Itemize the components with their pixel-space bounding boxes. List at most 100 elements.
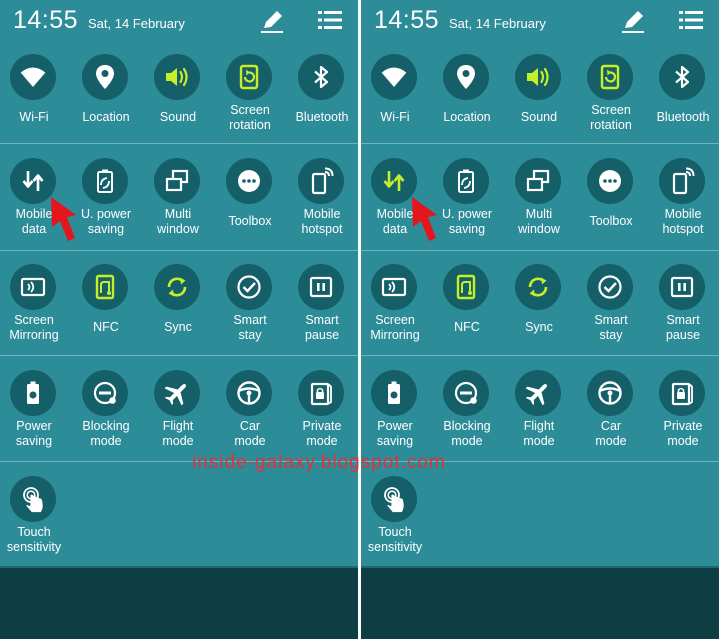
toggle-mobile-hotspot[interactable]: Mobile hotspot (286, 150, 358, 254)
multi-window-icon (515, 158, 561, 204)
toggle-screen-mirroring[interactable]: Screen Mirroring (0, 256, 70, 360)
toggle-sound[interactable]: Sound (142, 46, 214, 150)
airplane-icon (154, 370, 200, 416)
toggle-touch-sensitivity[interactable]: Touch sensitivity (361, 468, 431, 572)
toggle-screen-rotation[interactable]: Screen rotation (214, 46, 286, 150)
toggle-nfc[interactable]: NFC (431, 256, 503, 360)
edit-pencil-icon[interactable] (258, 8, 286, 34)
toggle-power-saving[interactable]: Power saving (0, 362, 70, 466)
hotspot-icon (298, 158, 344, 204)
private-mode-icon (298, 370, 344, 416)
toggle-label: Multi window (518, 207, 560, 236)
speaker-icon (154, 54, 200, 100)
toggle-sound[interactable]: Sound (503, 46, 575, 150)
toggle-toolbox[interactable]: Toolbox (575, 150, 647, 254)
toggle-label: Screen Mirroring (370, 313, 420, 342)
status-header: 14:55 Sat, 14 February (0, 0, 358, 40)
toggle-car-mode[interactable]: Car mode (575, 362, 647, 466)
toggle-label: Private mode (302, 419, 342, 448)
toggle-location[interactable]: Location (431, 46, 503, 150)
toggle-label: NFC (454, 320, 480, 334)
toggle-private-mode[interactable]: Private mode (286, 362, 358, 466)
toggle-location[interactable]: Location (70, 46, 142, 150)
bluetooth-icon (298, 54, 344, 100)
toggle-blocking-mode[interactable]: Blocking mode (70, 362, 142, 466)
toggle-bluetooth[interactable]: Bluetooth (647, 46, 719, 150)
notification-area (361, 568, 719, 639)
toggle-label: Power saving (15, 419, 53, 448)
toggle-wifi[interactable]: Wi-Fi (0, 46, 70, 150)
speaker-icon (515, 54, 561, 100)
nfc-icon (82, 264, 128, 310)
toggle-label: Car mode (595, 419, 627, 448)
toggle-label: Screen rotation (229, 103, 271, 132)
list-view-icon[interactable] (316, 9, 344, 31)
toggle-label: Multi window (157, 207, 199, 236)
toggle-smart-pause[interactable]: Smart pause (647, 256, 719, 360)
toggle-label: Private mode (663, 419, 703, 448)
sync-icon (515, 264, 561, 310)
panel-before: 14:55 Sat, 14 February Wi-Fi Location Sound S… (0, 0, 358, 639)
toggle-label: Sync (525, 320, 553, 334)
toggle-power-saving[interactable]: Power saving (361, 362, 431, 466)
panel-divider (358, 0, 361, 639)
toggle-label: Smart pause (304, 313, 340, 342)
toggle-smart-pause[interactable]: Smart pause (286, 256, 358, 360)
toggle-screen-mirroring[interactable]: Screen Mirroring (361, 256, 431, 360)
nfc-icon (443, 264, 489, 310)
toggle-smart-stay[interactable]: Smart stay (214, 256, 286, 360)
toggle-multi-window[interactable]: Multi window (142, 150, 214, 254)
toggle-label: Screen rotation (590, 103, 632, 132)
toggle-private-mode[interactable]: Private mode (647, 362, 719, 466)
wifi-icon (10, 54, 56, 100)
clock-time: 14:55 (374, 6, 440, 34)
toggle-label: Screen Mirroring (9, 313, 59, 342)
toggle-label: Bluetooth (295, 110, 349, 124)
toggle-label: Sound (520, 110, 558, 124)
clock-time: 14:55 (13, 6, 79, 34)
toggle-label: Smart stay (594, 313, 628, 342)
toggle-nfc[interactable]: NFC (70, 256, 142, 360)
location-pin-icon (82, 54, 128, 100)
toggle-label: Flight mode (162, 419, 194, 448)
toggle-sync[interactable]: Sync (503, 256, 575, 360)
toggle-car-mode[interactable]: Car mode (214, 362, 286, 466)
toggle-flight-mode[interactable]: Flight mode (503, 362, 575, 466)
toggle-label: Touch sensitivity (6, 525, 62, 554)
panel-after: 14:55 Sat, 14 February Wi-Fi Location Sound S… (361, 0, 719, 639)
toggle-label: Flight mode (523, 419, 555, 448)
toggle-label: Location (82, 110, 130, 124)
toggle-sync[interactable]: Sync (142, 256, 214, 360)
watermark: inside-galaxy.blogspot.com (192, 452, 446, 473)
edit-pencil-icon[interactable] (619, 8, 647, 34)
wifi-icon (371, 54, 417, 100)
airplane-icon (515, 370, 561, 416)
blocking-mode-icon (82, 370, 128, 416)
toggle-label: Touch sensitivity (367, 525, 423, 554)
date-label: Sat, 14 February (88, 16, 185, 31)
list-view-icon[interactable] (677, 9, 705, 31)
toggle-multi-window[interactable]: Multi window (503, 150, 575, 254)
toggle-label: Blocking mode (82, 419, 130, 448)
steering-wheel-icon (587, 370, 633, 416)
steering-wheel-icon (226, 370, 272, 416)
toggle-label: Wi-Fi (380, 110, 410, 124)
toggle-touch-sensitivity[interactable]: Touch sensitivity (0, 468, 70, 572)
toggle-label: Sync (164, 320, 192, 334)
toggle-flight-mode[interactable]: Flight mode (142, 362, 214, 466)
touch-icon (371, 476, 417, 522)
location-pin-icon (443, 54, 489, 100)
toggle-bluetooth[interactable]: Bluetooth (286, 46, 358, 150)
toggle-mobile-hotspot[interactable]: Mobile hotspot (647, 150, 719, 254)
toggle-toolbox[interactable]: Toolbox (214, 150, 286, 254)
toggle-label: Power saving (376, 419, 414, 448)
red-pointer-arrow-icon (48, 194, 82, 244)
toggle-blocking-mode[interactable]: Blocking mode (431, 362, 503, 466)
toggle-label: Toolbox (589, 214, 633, 228)
toggle-label: Toolbox (228, 214, 272, 228)
toggle-label: Blocking mode (443, 419, 491, 448)
toggle-wifi[interactable]: Wi-Fi (361, 46, 431, 150)
toggle-label: Location (443, 110, 491, 124)
toggle-smart-stay[interactable]: Smart stay (575, 256, 647, 360)
toggle-screen-rotation[interactable]: Screen rotation (575, 46, 647, 150)
